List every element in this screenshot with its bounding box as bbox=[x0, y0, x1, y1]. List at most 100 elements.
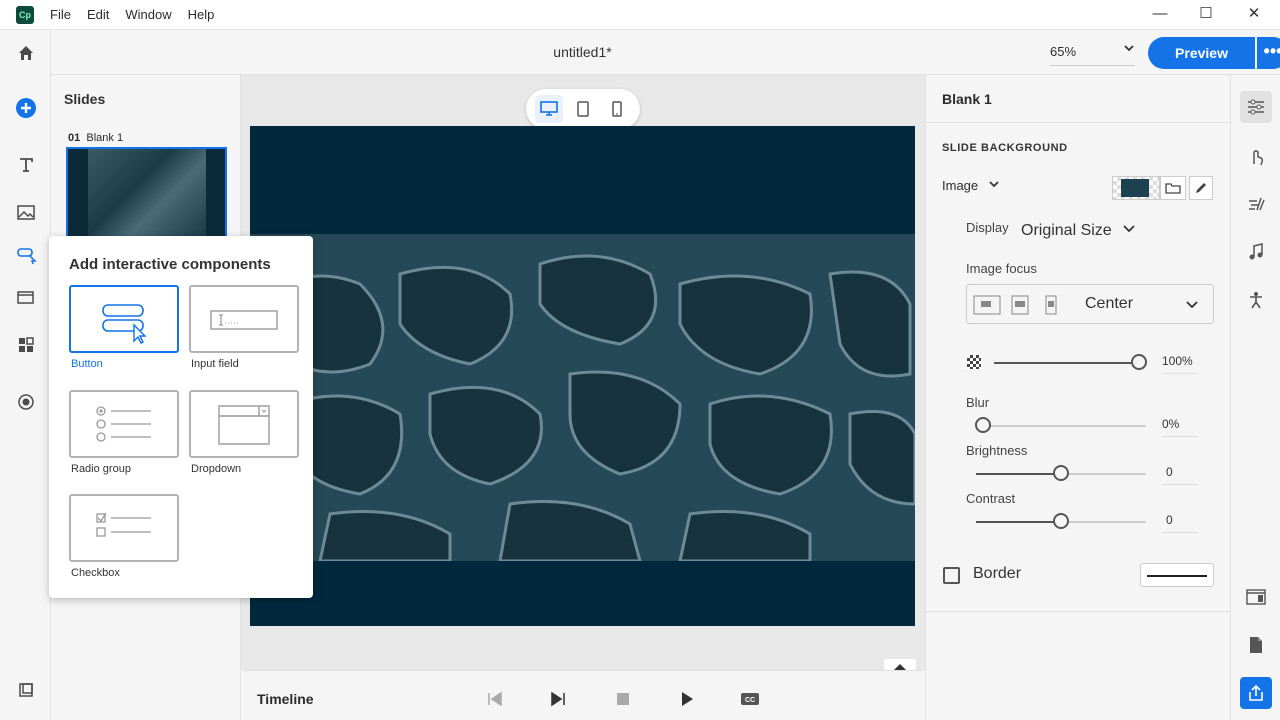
zoom-select[interactable]: 65% bbox=[1050, 40, 1135, 66]
chevron-down-icon bbox=[1185, 297, 1199, 316]
image-focus-dropdown[interactable]: Center bbox=[966, 284, 1214, 324]
next-icon[interactable] bbox=[548, 689, 568, 709]
divider bbox=[926, 611, 1231, 612]
menu-file[interactable]: File bbox=[50, 7, 71, 22]
display-label: Display bbox=[966, 220, 1009, 235]
text-icon[interactable] bbox=[13, 152, 39, 178]
input-field-component-card[interactable] bbox=[189, 285, 299, 353]
right-toolbar bbox=[1230, 75, 1280, 720]
border-label: Border bbox=[973, 565, 1022, 582]
folder-icon[interactable] bbox=[1160, 176, 1186, 200]
contrast-slider-knob[interactable] bbox=[1053, 513, 1069, 529]
previous-icon[interactable] bbox=[485, 689, 505, 709]
contrast-label: Contrast bbox=[966, 491, 1016, 506]
maximize-button[interactable]: ☐ bbox=[1196, 4, 1216, 24]
focus-left-icon[interactable] bbox=[973, 295, 1001, 320]
slide-item-label: 01 Blank 1 bbox=[68, 132, 123, 144]
more-options-button[interactable]: ••• bbox=[1257, 37, 1280, 69]
opacity-slider-knob[interactable] bbox=[1131, 354, 1147, 370]
contrast-value[interactable]: 0 bbox=[1162, 513, 1198, 533]
title-bar: Cp File Edit Window Help — ☐ ✕ bbox=[0, 0, 1280, 30]
animations-icon[interactable] bbox=[1240, 188, 1272, 220]
divider bbox=[926, 122, 1231, 123]
app-logo: Cp bbox=[16, 6, 34, 24]
radio-group-component-label: Radio group bbox=[71, 463, 131, 475]
record-icon[interactable] bbox=[13, 389, 39, 415]
document-icon[interactable] bbox=[1240, 629, 1272, 661]
dropdown-component-icon bbox=[218, 405, 270, 445]
audio-icon[interactable] bbox=[1240, 236, 1272, 268]
tablet-view-icon[interactable] bbox=[569, 95, 597, 123]
display-dropdown[interactable]: Original Size bbox=[1021, 221, 1136, 240]
preview-button[interactable]: Preview bbox=[1148, 37, 1255, 69]
contrast-slider-fill bbox=[976, 521, 1054, 523]
menu-bar: File Edit Window Help bbox=[50, 7, 214, 22]
checkbox-component-icon bbox=[96, 512, 151, 537]
top-bar: untitled1* 65% Preview ••• bbox=[51, 30, 1280, 75]
interactions-icon[interactable] bbox=[1240, 141, 1272, 173]
dropdown-component-card[interactable] bbox=[189, 390, 299, 458]
mobile-view-icon[interactable] bbox=[603, 95, 631, 123]
chevron-down-icon bbox=[1123, 42, 1135, 57]
timeline-title: Timeline bbox=[257, 691, 314, 707]
button-component-card[interactable] bbox=[69, 285, 179, 353]
minimize-button[interactable]: — bbox=[1150, 4, 1170, 24]
slide-thumbnail[interactable] bbox=[66, 147, 227, 242]
slide-layout-icon[interactable] bbox=[1240, 581, 1272, 613]
home-icon[interactable] bbox=[13, 40, 39, 66]
menu-help[interactable]: Help bbox=[188, 7, 215, 22]
add-icon[interactable] bbox=[13, 95, 39, 121]
stop-icon[interactable] bbox=[613, 689, 633, 709]
publish-icon[interactable] bbox=[1240, 677, 1272, 709]
border-line-preview bbox=[1147, 575, 1207, 577]
input-field-component-icon bbox=[210, 310, 278, 330]
swatch-preview bbox=[1121, 179, 1149, 197]
slides-panel-title: Slides bbox=[64, 91, 106, 107]
opacity-slider-fill bbox=[994, 362, 1131, 364]
opacity-icon bbox=[967, 355, 981, 369]
input-field-component-label: Input field bbox=[191, 358, 239, 370]
slide-stage[interactable] bbox=[250, 126, 915, 626]
widgets-icon[interactable] bbox=[13, 285, 39, 311]
checkbox-component-card[interactable] bbox=[69, 494, 179, 562]
device-switcher bbox=[526, 89, 640, 129]
brightness-slider-fill bbox=[976, 473, 1054, 475]
menu-window[interactable]: Window bbox=[125, 7, 171, 22]
slide-name: Blank 1 bbox=[86, 132, 124, 144]
blur-slider-track[interactable] bbox=[976, 425, 1146, 427]
brightness-value[interactable]: 0 bbox=[1162, 465, 1198, 485]
menu-edit[interactable]: Edit bbox=[87, 7, 109, 22]
border-style-picker[interactable] bbox=[1140, 563, 1214, 587]
properties-title: Blank 1 bbox=[942, 91, 992, 107]
close-button[interactable]: ✕ bbox=[1244, 4, 1264, 24]
desktop-view-icon[interactable] bbox=[535, 95, 563, 123]
blur-value[interactable]: 0% bbox=[1162, 417, 1198, 437]
slide-number: 01 bbox=[68, 132, 81, 144]
background-type-dropdown[interactable]: Image bbox=[942, 178, 1000, 193]
focus-center-icon[interactable] bbox=[1011, 295, 1029, 320]
closed-captions-icon[interactable]: CC bbox=[740, 689, 760, 709]
background-image bbox=[250, 234, 915, 561]
accessibility-icon[interactable] bbox=[1240, 284, 1272, 316]
document-title: untitled1* bbox=[553, 44, 612, 60]
interactive-components-icon[interactable] bbox=[13, 242, 39, 268]
border-checkbox[interactable] bbox=[943, 567, 960, 584]
checkbox-component-label: Checkbox bbox=[71, 567, 120, 579]
radio-group-component-card[interactable] bbox=[69, 390, 179, 458]
left-toolbar bbox=[0, 30, 51, 720]
slide-thumbnail-image bbox=[88, 149, 206, 240]
edit-icon[interactable] bbox=[1189, 176, 1213, 200]
assets-icon[interactable] bbox=[13, 332, 39, 358]
opacity-value[interactable]: 100% bbox=[1162, 354, 1198, 374]
background-image-swatch[interactable] bbox=[1112, 176, 1160, 200]
play-icon[interactable] bbox=[677, 689, 697, 709]
properties-icon[interactable] bbox=[1240, 91, 1272, 123]
focus-right-icon[interactable] bbox=[1039, 295, 1063, 320]
panel-toggle-icon[interactable] bbox=[13, 677, 39, 703]
image-focus-value: Center bbox=[1085, 295, 1134, 312]
brightness-slider-knob[interactable] bbox=[1053, 465, 1069, 481]
chevron-down-icon bbox=[988, 178, 1000, 193]
blur-label: Blur bbox=[966, 395, 990, 410]
media-icon[interactable] bbox=[13, 200, 39, 226]
blur-slider-knob[interactable] bbox=[975, 417, 991, 433]
